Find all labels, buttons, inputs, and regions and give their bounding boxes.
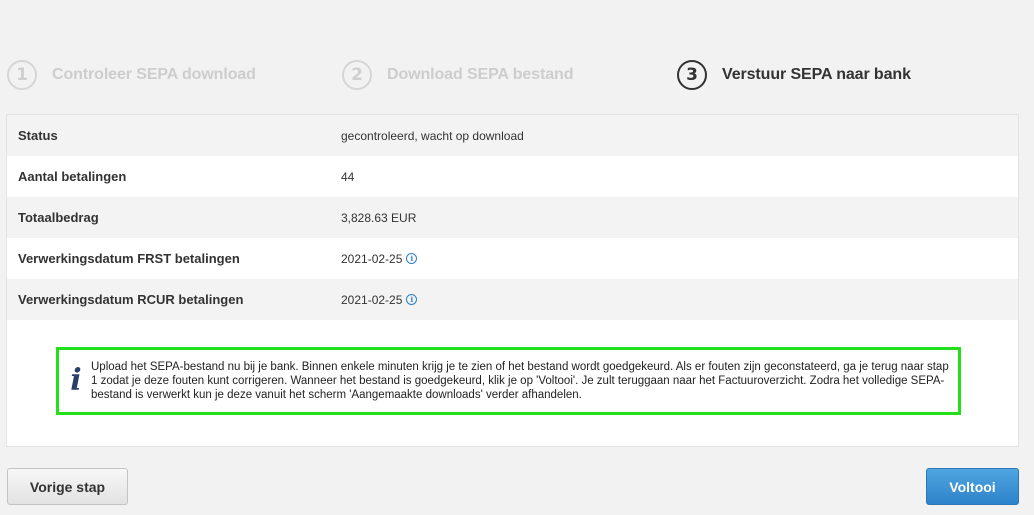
step-label: Download SEPA bestand bbox=[387, 66, 574, 83]
info-icon[interactable]: i bbox=[406, 253, 418, 264]
step-3: 3 Verstuur SEPA naar bank bbox=[677, 58, 911, 92]
detail-row-count: Aantal betalingen 44 bbox=[7, 156, 1018, 197]
step-2: 2 Download SEPA bestand bbox=[342, 58, 573, 92]
detail-value: 2021-02-25 i bbox=[341, 293, 418, 307]
detail-value: 3,828.63 EUR bbox=[341, 210, 417, 225]
step-1: 1 Controleer SEPA download bbox=[7, 58, 256, 92]
detail-key: Status bbox=[18, 128, 58, 143]
step-label: Verstuur SEPA naar bank bbox=[722, 66, 911, 83]
detail-key: Verwerkingsdatum RCUR betalingen bbox=[18, 292, 244, 307]
detail-value: 2021-02-25 i bbox=[341, 252, 418, 266]
wizard-steps: 1 Controleer SEPA download 2 Download SE… bbox=[0, 58, 1034, 92]
details-panel: Status gecontroleerd, wacht op download … bbox=[6, 114, 1019, 447]
previous-step-button[interactable]: Vorige stap bbox=[7, 468, 128, 505]
detail-key: Aantal betalingen bbox=[18, 169, 127, 184]
info-icon[interactable]: i bbox=[406, 294, 418, 305]
info-icon: i bbox=[70, 363, 82, 398]
detail-key: Verwerkingsdatum FRST betalingen bbox=[18, 251, 240, 266]
step-label: Controleer SEPA download bbox=[52, 66, 256, 83]
detail-row-rcur-date: Verwerkingsdatum RCUR betalingen 2021-02… bbox=[7, 279, 1018, 320]
detail-value: gecontroleerd, wacht op download bbox=[341, 128, 524, 143]
detail-row-frst-date: Verwerkingsdatum FRST betalingen 2021-02… bbox=[7, 238, 1018, 279]
detail-row-status: Status gecontroleerd, wacht op download bbox=[7, 115, 1018, 156]
detail-key: Totaalbedrag bbox=[18, 210, 99, 225]
step-number: 2 bbox=[342, 60, 372, 90]
step-number: 3 bbox=[677, 60, 707, 90]
detail-value: 44 bbox=[341, 169, 355, 184]
notice-text: Upload het SEPA-bestand nu bij je bank. … bbox=[91, 361, 949, 401]
upload-notice: i Upload het SEPA-bestand nu bij je bank… bbox=[56, 347, 961, 415]
finish-button[interactable]: Voltooi bbox=[926, 468, 1019, 505]
detail-row-total: Totaalbedrag 3,828.63 EUR bbox=[7, 197, 1018, 238]
step-number: 1 bbox=[7, 60, 37, 90]
